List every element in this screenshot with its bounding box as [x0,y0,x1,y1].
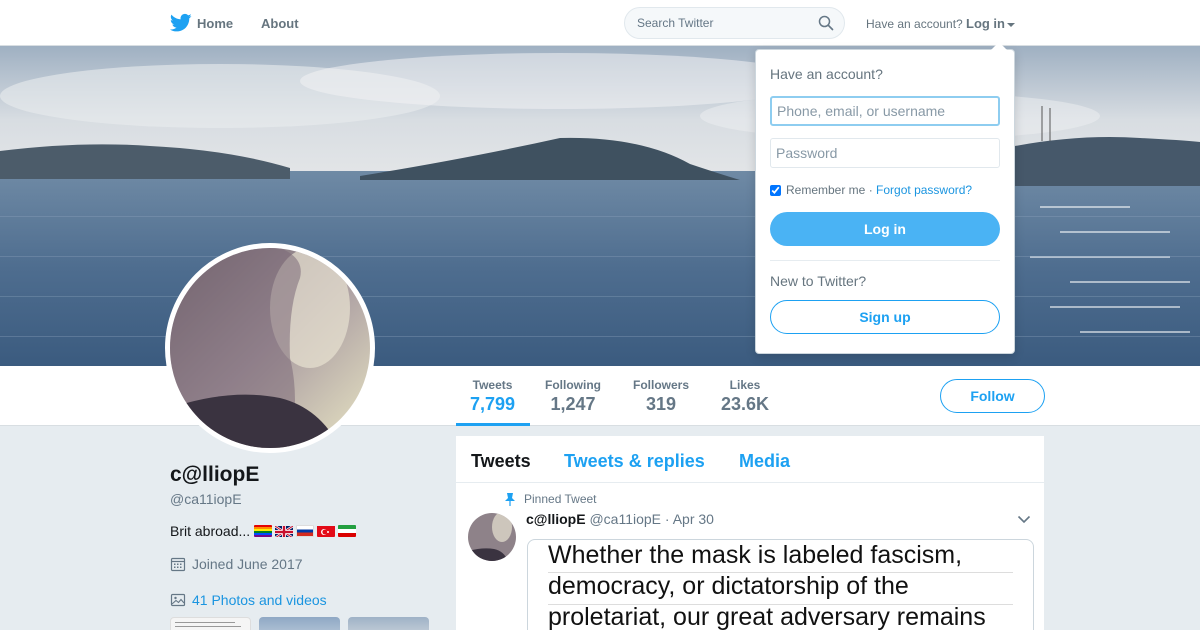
pinned-tweet-label: Pinned Tweet [504,492,597,506]
login-button[interactable]: Log in [770,212,1000,246]
profile-joined: Joined June 2017 [170,556,303,572]
tweet-header: c@lliopE @ca11iopE · Apr 30 [526,511,714,527]
tweet-media-text: democracy, or dictatorship of the [548,572,909,600]
stat-followers[interactable]: Followers 319 [633,378,689,415]
nav-about-link[interactable]: About [261,16,299,31]
dropdown-title: Have an account? [770,66,883,82]
stat-following[interactable]: Following 1,247 [545,378,601,415]
iran-flag-icon [338,525,357,537]
bio-flags [254,525,357,537]
remember-me-row: Remember me · Forgot password? [770,183,972,197]
tweet-author-name[interactable]: c@lliopE [526,511,586,527]
new-to-twitter-text: New to Twitter? [770,273,867,289]
photos-videos-link[interactable]: 41 Photos and videos [170,592,327,608]
login-toggle-label[interactable]: Log in [966,16,1005,31]
thumbnail-image [175,622,241,627]
photos-link-text[interactable]: 41 Photos and videos [192,592,327,608]
tweet-media-text: Whether the mask is labeled fascism, [548,541,963,569]
caret-down-icon[interactable] [1007,22,1015,27]
photo-thumbnail[interactable] [348,617,429,630]
russia-flag-icon [296,525,315,537]
image-icon [170,593,186,607]
tab-tweets[interactable]: Tweets [471,451,531,472]
timeline-tabs: Tweets Tweets & replies Media [456,436,1044,483]
calendar-icon [170,557,186,572]
dropdown-arrow [991,42,1007,50]
tweet-avatar[interactable] [468,513,516,561]
chevron-down-icon[interactable] [1017,515,1031,524]
avatar-image [170,248,370,448]
tweet-author-handle[interactable]: @ca11iopE [589,511,661,527]
profile-display-name[interactable]: c@lliopE [170,463,259,487]
active-stat-indicator [456,423,530,426]
bio-text: Brit abroad... [170,523,251,539]
pinned-text: Pinned Tweet [524,492,597,506]
stat-value: 1,247 [550,394,596,414]
tweet-media-text: proletariat, our great adversary remains [548,603,986,630]
follow-button[interactable]: Follow [940,379,1045,413]
tweet-timestamp[interactable]: Apr 30 [673,511,714,527]
login-dropdown-toggle[interactable]: Log in [966,16,1015,31]
search-input[interactable] [625,8,805,38]
stat-label: Tweets [472,378,513,392]
top-nav: Home About Have an account? Log in [0,0,1200,46]
media-rule [548,572,1013,573]
photo-thumbnail[interactable] [259,617,340,630]
stat-value: 23.6K [721,394,770,414]
remember-me-label[interactable]: Remember me [786,183,865,197]
stat-likes[interactable]: Likes 23.6K [721,378,769,415]
tab-tweets-replies[interactable]: Tweets & replies [564,451,705,472]
twitter-bird-icon[interactable] [170,13,192,33]
remember-separator: · [868,183,873,197]
stat-tweets[interactable]: Tweets 7,799 [470,378,515,415]
profile-screen-name[interactable]: @ca11iopE [170,491,242,507]
forgot-password-link[interactable]: Forgot password? [876,183,972,197]
have-account-text: Have an account? [866,17,963,31]
pin-icon [505,493,515,506]
signup-button[interactable]: Sign up [770,300,1000,334]
stat-label: Followers [633,378,690,392]
search-box [624,7,845,39]
tweet-avatar-image [468,513,516,561]
stat-value: 319 [645,394,677,414]
tweet-media[interactable]: Whether the mask is labeled fascism, dem… [527,539,1034,630]
rainbow-flag-icon [254,525,273,537]
stat-label: Following [545,378,601,392]
tweet-separator: · [664,511,670,527]
profile-avatar[interactable] [165,243,375,453]
stat-value: 7,799 [470,394,516,414]
password-field[interactable] [770,138,1000,168]
timeline: Tweets Tweets & replies Media Pinned Twe… [456,436,1044,630]
nav-home-link[interactable]: Home [197,16,233,31]
username-field[interactable] [770,96,1000,126]
photo-thumbnail[interactable] [170,617,251,630]
login-dropdown: Have an account? Remember me · Forgot pa… [755,42,1015,354]
dropdown-divider [770,260,1000,261]
turkey-flag-icon [317,525,336,537]
uk-flag-icon [275,525,294,537]
stat-label: Likes [729,378,761,392]
search-icon[interactable] [818,15,834,31]
remember-me-checkbox[interactable] [770,184,781,196]
joined-text: Joined June 2017 [192,556,303,572]
profile-bio: Brit abroad... [170,523,357,539]
tab-media[interactable]: Media [739,451,790,472]
media-rule [548,604,1013,605]
